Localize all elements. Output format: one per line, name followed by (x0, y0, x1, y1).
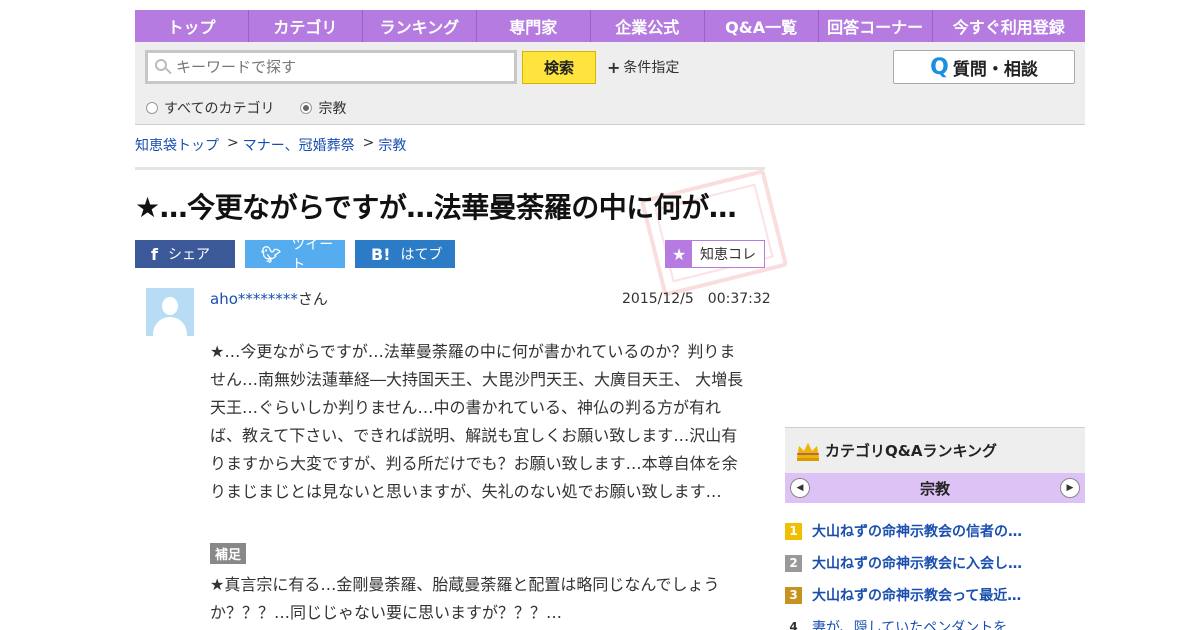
breadcrumb-religion[interactable]: 宗教 (378, 135, 406, 155)
condition-label: 条件指定 (623, 60, 680, 76)
divider (135, 167, 765, 170)
rank-number-badge: 4 (789, 620, 798, 630)
radio-all-label: すべてのカテゴリ (164, 101, 275, 117)
breadcrumb-separator: > (227, 135, 239, 151)
crown-icon (797, 442, 819, 461)
ranking-item: 1 大山ねずの命神示教会の信者の… (785, 515, 1085, 547)
condition-link[interactable]: + 条件指定 (607, 57, 679, 77)
facebook-share-button[interactable]: f シェア (135, 240, 235, 268)
radio-current-label: 宗教 (318, 101, 347, 117)
ranking-item-link[interactable]: 大山ねずの命神示教会って最近… (812, 585, 1021, 605)
ranking-category-tab: ◀ 宗教 ▶ (785, 473, 1085, 503)
search-input[interactable] (176, 58, 496, 76)
breadcrumb-separator: > (362, 135, 375, 151)
q-icon: Q (930, 54, 949, 80)
ranking-item-link[interactable]: 大山ねずの命神示教会に入会し… (812, 553, 1022, 573)
supplement-tag: 補足 (210, 543, 247, 564)
author-suffix: さん (297, 290, 328, 308)
nav-item-experts[interactable]: 専門家 (477, 10, 591, 42)
supplement-body: ★真言宗に有る…金剛曼荼羅、胎蔵曼荼羅と配置は略同じなんでしょうか？？？…同じじ… (210, 575, 720, 622)
category-radio-group: すべてのカテゴリ 宗教 (146, 98, 372, 118)
nav-item-official[interactable]: 企業公式 (591, 10, 705, 42)
radio-unchecked-icon (146, 102, 158, 114)
question-author: aho********さん (210, 288, 328, 309)
hatena-bookmark-button[interactable]: B! はてブ (355, 240, 455, 268)
ranking-item: 4 妻が、隠していたペンダントを… (785, 611, 1085, 630)
ranking-list: 1 大山ねずの命神示教会の信者の… 2 大山ねずの命神示教会に入会し… 3 大山… (785, 515, 1085, 630)
ranking-item-link[interactable]: 妻が、隠していたペンダントを… (812, 617, 1021, 630)
ask-question-button[interactable]: Q 質問・相談 (893, 50, 1075, 84)
nav-item-category[interactable]: カテゴリ (249, 10, 363, 42)
ranking-item: 2 大山ねずの命神示教会に入会し… (785, 547, 1085, 579)
rank-number-badge: 3 (785, 586, 802, 604)
radio-checked-icon (300, 102, 313, 114)
breadcrumb-top[interactable]: 知恵袋トップ (135, 135, 219, 155)
nav-item-qa-list[interactable]: Q&A一覧 (705, 10, 819, 42)
chiecolle-button[interactable]: ★ 知恵コレ (665, 240, 765, 268)
radio-current-category[interactable]: 宗教 (300, 98, 346, 118)
twitter-share-label: ツイート (291, 237, 334, 273)
nav-item-register[interactable]: 今すぐ利用登録 (933, 10, 1085, 42)
plus-icon: + (607, 57, 621, 77)
nav-item-ranking[interactable]: ランキング (363, 10, 477, 42)
star-icon: ★ (666, 241, 692, 267)
twitter-share-button[interactable]: 🐦︎ ツイート (245, 237, 345, 273)
question-datetime: 2015/12/5 00:37:32 (622, 291, 771, 307)
nav-item-top[interactable]: トップ (135, 10, 249, 42)
ranking-header: カテゴリQ&Aランキング (785, 427, 1085, 473)
author-name-link[interactable]: aho******** (210, 290, 298, 308)
search-area: 検索 + 条件指定 Q 質問・相談 すべてのカテゴリ 宗教 (135, 42, 1085, 125)
top-nav: トップ カテゴリ ランキング 専門家 企業公式 Q&A一覧 回答コーナー 今すぐ… (135, 10, 1085, 42)
search-input-box[interactable] (145, 50, 517, 84)
radio-all-categories[interactable]: すべてのカテゴリ (146, 98, 274, 118)
hatena-icon: B! (371, 244, 391, 264)
rank-number-badge: 2 (785, 554, 802, 572)
hatena-share-label: はてブ (400, 247, 443, 263)
ranking-title: カテゴリQ&Aランキング (825, 442, 997, 460)
ranking-item-link[interactable]: 大山ねずの命神示教会の信者の… (812, 521, 1022, 541)
facebook-share-label: シェア (167, 247, 210, 263)
facebook-icon: f (151, 244, 158, 264)
question-title: ★…今更ながらですが…法華曼荼羅の中に何が… (135, 191, 737, 224)
nav-item-answer-corner[interactable]: 回答コーナー (819, 10, 933, 42)
breadcrumb: 知恵袋トップ > マナー、冠婚葬祭 > 宗教 (135, 135, 406, 155)
rank-number-badge: 1 (785, 522, 802, 540)
twitter-icon: 🐦︎ (261, 244, 282, 264)
chevron-left-icon[interactable]: ◀ (790, 478, 810, 498)
ranking-category-label: 宗教 (919, 479, 950, 498)
breadcrumb-manners[interactable]: マナー、冠婚葬祭 (243, 135, 355, 155)
avatar[interactable] (146, 288, 194, 336)
chevron-right-icon[interactable]: ▶ (1060, 478, 1080, 498)
ask-label: 質問・相談 (952, 59, 1038, 80)
search-icon (154, 58, 172, 76)
ranking-item: 3 大山ねずの命神示教会って最近… (785, 579, 1085, 611)
search-button[interactable]: 検索 (522, 51, 596, 84)
question-body: ★…今更ながらですが…法華曼荼羅の中に何が書かれているのか？判りません…南無妙法… (210, 342, 744, 501)
chiecolle-label: 知恵コレ (700, 247, 756, 263)
